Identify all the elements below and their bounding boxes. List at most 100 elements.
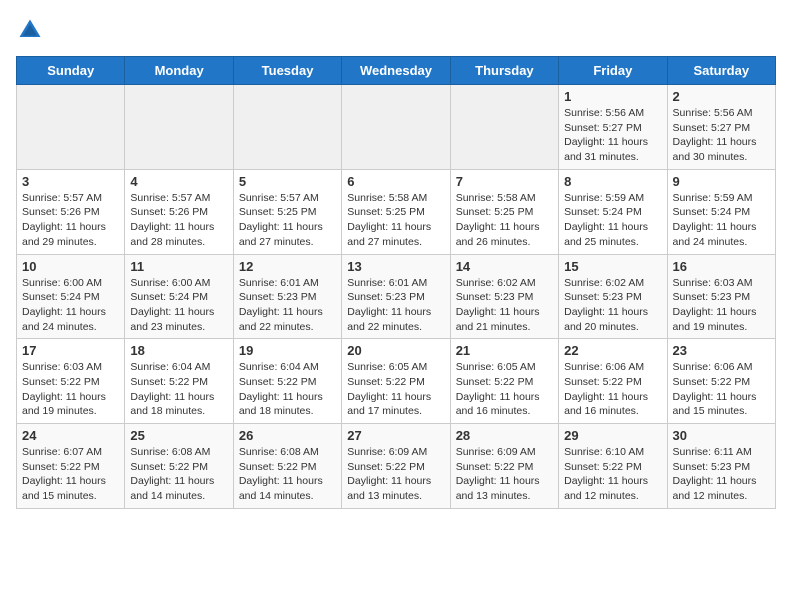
calendar-cell: 5 Sunrise: 5:57 AMSunset: 5:25 PMDaylight… (233, 169, 341, 254)
calendar-cell: 27 Sunrise: 6:09 AMSunset: 5:22 PMDayligh… (342, 424, 450, 509)
day-info: Sunrise: 6:00 AMSunset: 5:24 PMDaylight:… (130, 276, 227, 335)
day-number: 18 (130, 343, 227, 358)
weekday-header-friday: Friday (559, 57, 667, 85)
calendar-cell: 6 Sunrise: 5:58 AMSunset: 5:25 PMDaylight… (342, 169, 450, 254)
day-number: 7 (456, 174, 553, 189)
day-info: Sunrise: 6:02 AMSunset: 5:23 PMDaylight:… (456, 276, 553, 335)
day-info: Sunrise: 6:07 AMSunset: 5:22 PMDaylight:… (22, 445, 119, 504)
day-number: 20 (347, 343, 444, 358)
week-row-5: 24 Sunrise: 6:07 AMSunset: 5:22 PMDayligh… (17, 424, 776, 509)
day-number: 6 (347, 174, 444, 189)
day-number: 2 (673, 89, 770, 104)
day-number: 26 (239, 428, 336, 443)
calendar-cell (342, 85, 450, 170)
calendar-cell: 19 Sunrise: 6:04 AMSunset: 5:22 PMDayligh… (233, 339, 341, 424)
day-info: Sunrise: 5:58 AMSunset: 5:25 PMDaylight:… (456, 191, 553, 250)
day-number: 21 (456, 343, 553, 358)
calendar-cell: 30 Sunrise: 6:11 AMSunset: 5:23 PMDayligh… (667, 424, 775, 509)
day-number: 14 (456, 259, 553, 274)
day-info: Sunrise: 6:04 AMSunset: 5:22 PMDaylight:… (130, 360, 227, 419)
day-info: Sunrise: 6:11 AMSunset: 5:23 PMDaylight:… (673, 445, 770, 504)
day-info: Sunrise: 6:04 AMSunset: 5:22 PMDaylight:… (239, 360, 336, 419)
day-info: Sunrise: 6:05 AMSunset: 5:22 PMDaylight:… (347, 360, 444, 419)
calendar-cell: 10 Sunrise: 6:00 AMSunset: 5:24 PMDayligh… (17, 254, 125, 339)
calendar-cell (233, 85, 341, 170)
day-info: Sunrise: 6:01 AMSunset: 5:23 PMDaylight:… (239, 276, 336, 335)
day-info: Sunrise: 5:56 AMSunset: 5:27 PMDaylight:… (673, 106, 770, 165)
calendar-cell: 28 Sunrise: 6:09 AMSunset: 5:22 PMDayligh… (450, 424, 558, 509)
day-number: 16 (673, 259, 770, 274)
day-info: Sunrise: 5:56 AMSunset: 5:27 PMDaylight:… (564, 106, 661, 165)
calendar-cell: 20 Sunrise: 6:05 AMSunset: 5:22 PMDayligh… (342, 339, 450, 424)
day-number: 5 (239, 174, 336, 189)
day-number: 11 (130, 259, 227, 274)
day-number: 28 (456, 428, 553, 443)
day-number: 27 (347, 428, 444, 443)
calendar-cell: 12Sunrise: 6:01 AMSunset: 5:23 PMDayligh… (233, 254, 341, 339)
calendar-cell: 22Sunrise: 6:06 AMSunset: 5:22 PMDayligh… (559, 339, 667, 424)
day-info: Sunrise: 6:09 AMSunset: 5:22 PMDaylight:… (456, 445, 553, 504)
calendar-cell (450, 85, 558, 170)
day-info: Sunrise: 6:06 AMSunset: 5:22 PMDaylight:… (673, 360, 770, 419)
day-number: 17 (22, 343, 119, 358)
calendar-cell: 3Sunrise: 5:57 AMSunset: 5:26 PMDaylight… (17, 169, 125, 254)
day-info: Sunrise: 6:03 AMSunset: 5:22 PMDaylight:… (22, 360, 119, 419)
day-info: Sunrise: 6:09 AMSunset: 5:22 PMDaylight:… (347, 445, 444, 504)
day-number: 3 (22, 174, 119, 189)
day-number: 22 (564, 343, 661, 358)
day-info: Sunrise: 5:57 AMSunset: 5:26 PMDaylight:… (130, 191, 227, 250)
weekday-header-row: SundayMondayTuesdayWednesdayThursdayFrid… (17, 57, 776, 85)
day-info: Sunrise: 6:01 AMSunset: 5:23 PMDaylight:… (347, 276, 444, 335)
logo-icon (16, 16, 44, 44)
day-info: Sunrise: 5:57 AMSunset: 5:25 PMDaylight:… (239, 191, 336, 250)
day-info: Sunrise: 5:59 AMSunset: 5:24 PMDaylight:… (564, 191, 661, 250)
day-info: Sunrise: 5:59 AMSunset: 5:24 PMDaylight:… (673, 191, 770, 250)
calendar-cell: 8 Sunrise: 5:59 AMSunset: 5:24 PMDaylight… (559, 169, 667, 254)
week-row-1: 1 Sunrise: 5:56 AMSunset: 5:27 PMDaylight… (17, 85, 776, 170)
day-info: Sunrise: 5:58 AMSunset: 5:25 PMDaylight:… (347, 191, 444, 250)
day-number: 13 (347, 259, 444, 274)
calendar-cell (125, 85, 233, 170)
week-row-2: 3 Sunrise: 5:57 AMSunset: 5:26 PMDaylight… (17, 169, 776, 254)
day-number: 1 (564, 89, 661, 104)
calendar-cell: 26 Sunrise: 6:08 AMSunset: 5:22 PMDayligh… (233, 424, 341, 509)
calendar-cell: 7 Sunrise: 5:58 AMSunset: 5:25 PMDaylight… (450, 169, 558, 254)
calendar-cell: 29Sunrise: 6:10 AMSunset: 5:22 PMDayligh… (559, 424, 667, 509)
day-number: 29 (564, 428, 661, 443)
calendar-cell: 13 Sunrise: 6:01 AMSunset: 5:23 PMDayligh… (342, 254, 450, 339)
day-number: 15 (564, 259, 661, 274)
day-number: 4 (130, 174, 227, 189)
day-info: Sunrise: 6:05 AMSunset: 5:22 PMDaylight:… (456, 360, 553, 419)
calendar-cell: 15Sunrise: 6:02 AMSunset: 5:23 PMDayligh… (559, 254, 667, 339)
calendar-cell: 9 Sunrise: 5:59 AMSunset: 5:24 PMDaylight… (667, 169, 775, 254)
day-number: 30 (673, 428, 770, 443)
weekday-header-sunday: Sunday (17, 57, 125, 85)
weekday-header-wednesday: Wednesday (342, 57, 450, 85)
day-info: Sunrise: 6:08 AMSunset: 5:22 PMDaylight:… (239, 445, 336, 504)
calendar-cell (17, 85, 125, 170)
day-number: 10 (22, 259, 119, 274)
day-number: 9 (673, 174, 770, 189)
day-info: Sunrise: 6:08 AMSunset: 5:22 PMDaylight:… (130, 445, 227, 504)
calendar-cell: 23Sunrise: 6:06 AMSunset: 5:22 PMDayligh… (667, 339, 775, 424)
calendar-table: SundayMondayTuesdayWednesdayThursdayFrid… (16, 56, 776, 509)
calendar-cell: 11 Sunrise: 6:00 AMSunset: 5:24 PMDayligh… (125, 254, 233, 339)
calendar-cell: 17 Sunrise: 6:03 AMSunset: 5:22 PMDayligh… (17, 339, 125, 424)
calendar-cell: 2 Sunrise: 5:56 AMSunset: 5:27 PMDaylight… (667, 85, 775, 170)
calendar-cell: 21 Sunrise: 6:05 AMSunset: 5:22 PMDayligh… (450, 339, 558, 424)
calendar-cell: 25Sunrise: 6:08 AMSunset: 5:22 PMDayligh… (125, 424, 233, 509)
weekday-header-thursday: Thursday (450, 57, 558, 85)
weekday-header-saturday: Saturday (667, 57, 775, 85)
calendar-cell: 4 Sunrise: 5:57 AMSunset: 5:26 PMDaylight… (125, 169, 233, 254)
day-number: 24 (22, 428, 119, 443)
day-number: 19 (239, 343, 336, 358)
calendar-cell: 24 Sunrise: 6:07 AMSunset: 5:22 PMDayligh… (17, 424, 125, 509)
day-info: Sunrise: 6:03 AMSunset: 5:23 PMDaylight:… (673, 276, 770, 335)
week-row-3: 10 Sunrise: 6:00 AMSunset: 5:24 PMDayligh… (17, 254, 776, 339)
logo (16, 16, 48, 44)
day-info: Sunrise: 6:00 AMSunset: 5:24 PMDaylight:… (22, 276, 119, 335)
day-number: 8 (564, 174, 661, 189)
calendar-cell: 16 Sunrise: 6:03 AMSunset: 5:23 PMDayligh… (667, 254, 775, 339)
week-row-4: 17 Sunrise: 6:03 AMSunset: 5:22 PMDayligh… (17, 339, 776, 424)
calendar-cell: 18 Sunrise: 6:04 AMSunset: 5:22 PMDayligh… (125, 339, 233, 424)
